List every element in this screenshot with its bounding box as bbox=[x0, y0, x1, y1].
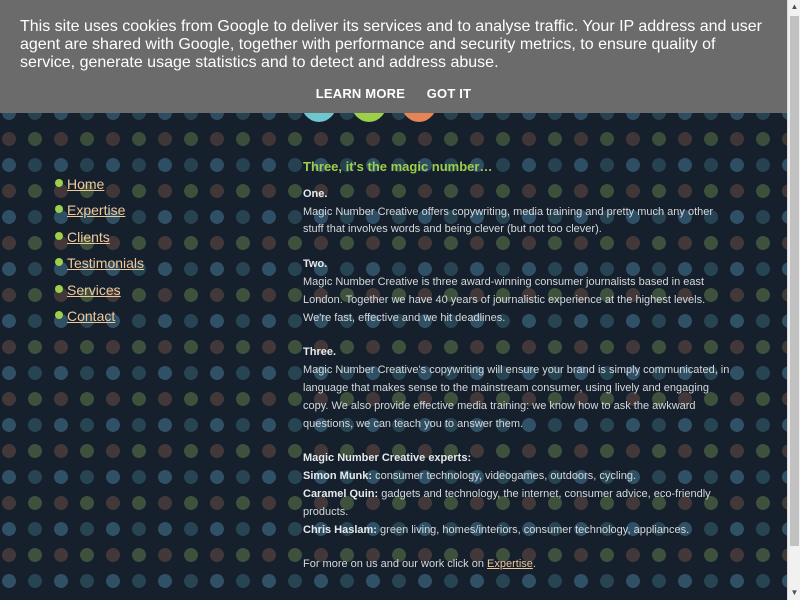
bullet-icon bbox=[55, 258, 63, 267]
footer-text: For more on us and our work click on bbox=[303, 558, 488, 571]
got-it-button[interactable]: GOT IT bbox=[427, 86, 472, 101]
nav-item-testimonials: Testimonials bbox=[55, 253, 255, 279]
expert-name: Caramel Quin: bbox=[303, 487, 379, 500]
section-title: Two. bbox=[303, 258, 328, 271]
expert-topics: green living, homes/interiors, consumer … bbox=[380, 523, 690, 536]
section-body: Magic Number Creative is three award-win… bbox=[303, 275, 706, 324]
nav-item-contact: Contact bbox=[55, 306, 255, 332]
expert-entry: Caramel Quin: gadgets and technology, th… bbox=[303, 486, 735, 522]
scroll-up-arrow-icon[interactable]: ▲ bbox=[788, 0, 800, 14]
expert-entry: Chris Haslam: green living, homes/interi… bbox=[303, 522, 735, 540]
expert-name: Chris Haslam: bbox=[303, 523, 377, 536]
expert-entry: Simon Munk: consumer technology, videoga… bbox=[303, 468, 735, 486]
main-content: Three, it's the magic number… One. Magic… bbox=[303, 158, 735, 574]
nav-item-home: Home bbox=[55, 174, 255, 200]
nav-link-home[interactable]: Home bbox=[67, 176, 104, 192]
footer-end: . bbox=[532, 558, 536, 571]
nav-link-expertise[interactable]: Expertise bbox=[67, 202, 125, 218]
nav-link-testimonials[interactable]: Testimonials bbox=[67, 255, 144, 271]
learn-more-button[interactable]: LEARN MORE bbox=[316, 86, 405, 101]
bullet-icon bbox=[55, 310, 63, 319]
section-three: Three. Magic Number Creative's copywriti… bbox=[303, 344, 735, 433]
section-two: Two. Magic Number Creative is three awar… bbox=[303, 256, 735, 327]
nav-link-contact[interactable]: Contact bbox=[67, 308, 115, 324]
nav-link-clients[interactable]: Clients bbox=[67, 229, 110, 245]
section-body: Magic Number Creative offers copywriting… bbox=[303, 205, 714, 236]
vertical-scrollbar[interactable]: ▲ ▼ bbox=[787, 0, 800, 600]
nav-item-clients: Clients bbox=[55, 227, 255, 253]
section-title: Three. bbox=[303, 346, 337, 359]
cookie-banner: This site uses cookies from Google to de… bbox=[0, 0, 787, 113]
scrollbar-thumb[interactable] bbox=[790, 16, 799, 546]
expert-name: Simon Munk: bbox=[303, 470, 373, 483]
bullet-icon bbox=[55, 231, 63, 240]
bullet-icon bbox=[55, 284, 63, 293]
section-body: Magic Number Creative's copywriting will… bbox=[303, 364, 730, 430]
experts-section: Magic Number Creative experts: Simon Mun… bbox=[303, 450, 735, 539]
cookie-notice-text: This site uses cookies from Google to de… bbox=[20, 18, 763, 71]
experts-title: Magic Number Creative experts: bbox=[303, 452, 472, 465]
nav-item-services: Services bbox=[55, 280, 255, 306]
bullet-icon bbox=[55, 179, 63, 187]
cookie-actions: LEARN MORE GOT IT bbox=[0, 86, 787, 101]
sidebar-nav: Home Expertise Clients Testimonials Serv… bbox=[55, 174, 255, 332]
footer-note: For more on us and our work click on Exp… bbox=[303, 556, 735, 574]
scroll-down-arrow-icon[interactable]: ▼ bbox=[788, 586, 800, 600]
page-heading: Three, it's the magic number… bbox=[303, 159, 493, 174]
nav-item-expertise: Expertise bbox=[55, 200, 255, 226]
bullet-icon bbox=[55, 205, 63, 214]
expertise-link[interactable]: Expertise bbox=[487, 558, 533, 570]
section-title: One. bbox=[303, 187, 328, 200]
expert-topics: consumer technology, videogames, outdoor… bbox=[375, 470, 637, 483]
section-one: One. Magic Number Creative offers copywr… bbox=[303, 186, 735, 239]
nav-link-services[interactable]: Services bbox=[67, 282, 121, 298]
